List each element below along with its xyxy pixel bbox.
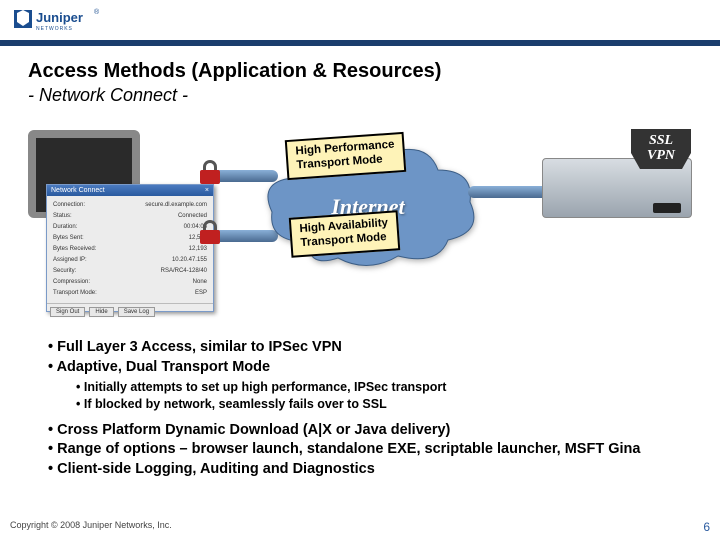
dialog-button: Hide (89, 307, 113, 317)
dialog-row: Transport Mode: ESP (53, 288, 207, 299)
dialog-button: Sign Out (50, 307, 85, 317)
dialog-title-text: Network Connect (51, 187, 105, 194)
connector-appliance (468, 184, 548, 200)
dialog-value: 10.20.47.155 (172, 255, 207, 266)
dialog-key: Connection: (53, 200, 85, 211)
dialog-key: Security: (53, 266, 76, 277)
dialog-key: Status: (53, 211, 72, 222)
bullet-item: Range of options – browser launch, stand… (48, 440, 692, 460)
dialog-row: Bytes Received: 12,193 (53, 244, 207, 255)
badge-line: VPN (631, 148, 691, 163)
dialog-button: Save Log (118, 307, 155, 317)
dialog-value: secure.dl.example.com (145, 200, 207, 211)
dialog-value: 12,193 (189, 244, 207, 255)
bullet-group-2: Cross Platform Dynamic Download (A|X or … (48, 421, 692, 480)
dialog-value: RSA/RC4-128/40 (161, 266, 207, 277)
ssl-vpn-appliance-icon: SSL VPN (542, 158, 692, 218)
bullet-item: Cross Platform Dynamic Download (A|X or … (48, 421, 692, 441)
dialog-key: Bytes Received: (53, 244, 96, 255)
dialog-body: Connection:secure.dl.example.comStatus:C… (47, 196, 213, 303)
slide-subtitle: - Network Connect - (28, 85, 692, 106)
badge-line: SSL (631, 133, 691, 148)
network-connect-dialog: Network Connect × Connection: secure.dl.e… (46, 184, 214, 312)
dialog-row: Connection: secure.dl.example.com (53, 200, 207, 211)
copyright-text: Copyright © 2008 Juniper Networks, Inc. (10, 520, 172, 534)
dialog-titlebar: Network Connect × (47, 185, 213, 196)
juniper-logo-icon: Juniper NETWORKS ® (14, 6, 102, 34)
dialog-row: Duration:00:04:06 (53, 222, 207, 233)
dialog-row: Security: RSA/RC4-128/40 (53, 266, 207, 277)
dialog-key: Bytes Sent: (53, 233, 84, 244)
dialog-key: Assigned IP: (53, 255, 87, 266)
appliance-badge: SSL VPN (631, 129, 691, 169)
bullet-item: Initially attempts to set up high perfor… (76, 379, 692, 396)
callout-high-performance: High Performance Transport Mode (285, 132, 407, 180)
brand-logo: Juniper NETWORKS ® (14, 6, 102, 34)
bullet-item: Full Layer 3 Access, similar to IPSec VP… (48, 338, 692, 358)
lock-icon (200, 220, 220, 244)
dialog-row: Compression: None (53, 277, 207, 288)
lock-icon (200, 160, 220, 184)
dialog-row: Bytes Sent:12,591 (53, 233, 207, 244)
page-number: 6 (703, 520, 710, 534)
dialog-value: ESP (195, 288, 207, 299)
diagram: Network Connect × Connection: secure.dl.e… (28, 118, 692, 338)
slide-header: Juniper NETWORKS ® (0, 0, 720, 46)
bullet-group-1: Full Layer 3 Access, similar to IPSec VP… (48, 338, 692, 377)
bullet-group-1-sub: Initially attempts to set up high perfor… (48, 379, 692, 413)
dialog-key: Transport Mode: (53, 288, 97, 299)
dialog-buttons: Sign Out Hide Save Log (47, 303, 213, 320)
bullet-item: Client-side Logging, Auditing and Diagno… (48, 460, 692, 480)
svg-text:NETWORKS: NETWORKS (36, 26, 73, 32)
bullet-list: Full Layer 3 Access, similar to IPSec VP… (0, 338, 720, 480)
dialog-key: Compression: (53, 277, 90, 288)
dialog-value: None (193, 277, 207, 288)
dialog-row: Status:Connected (53, 211, 207, 222)
bullet-item: Adaptive, Dual Transport Mode (48, 358, 692, 378)
dialog-row: Assigned IP: 10.20.47.155 (53, 255, 207, 266)
svg-text:®: ® (94, 8, 100, 16)
callout-high-availability: High Availability Transport Mode (289, 210, 400, 257)
dialog-key: Duration: (53, 222, 77, 233)
slide-title: Access Methods (Application & Resources) (28, 60, 692, 83)
close-icon: × (205, 187, 209, 194)
bullet-item: If blocked by network, seamlessly fails … (76, 396, 692, 413)
title-block: Access Methods (Application & Resources)… (0, 46, 720, 110)
slide-footer: Copyright © 2008 Juniper Networks, Inc. … (10, 520, 710, 534)
port-icon (653, 203, 681, 213)
brand-text: Juniper (36, 10, 83, 25)
